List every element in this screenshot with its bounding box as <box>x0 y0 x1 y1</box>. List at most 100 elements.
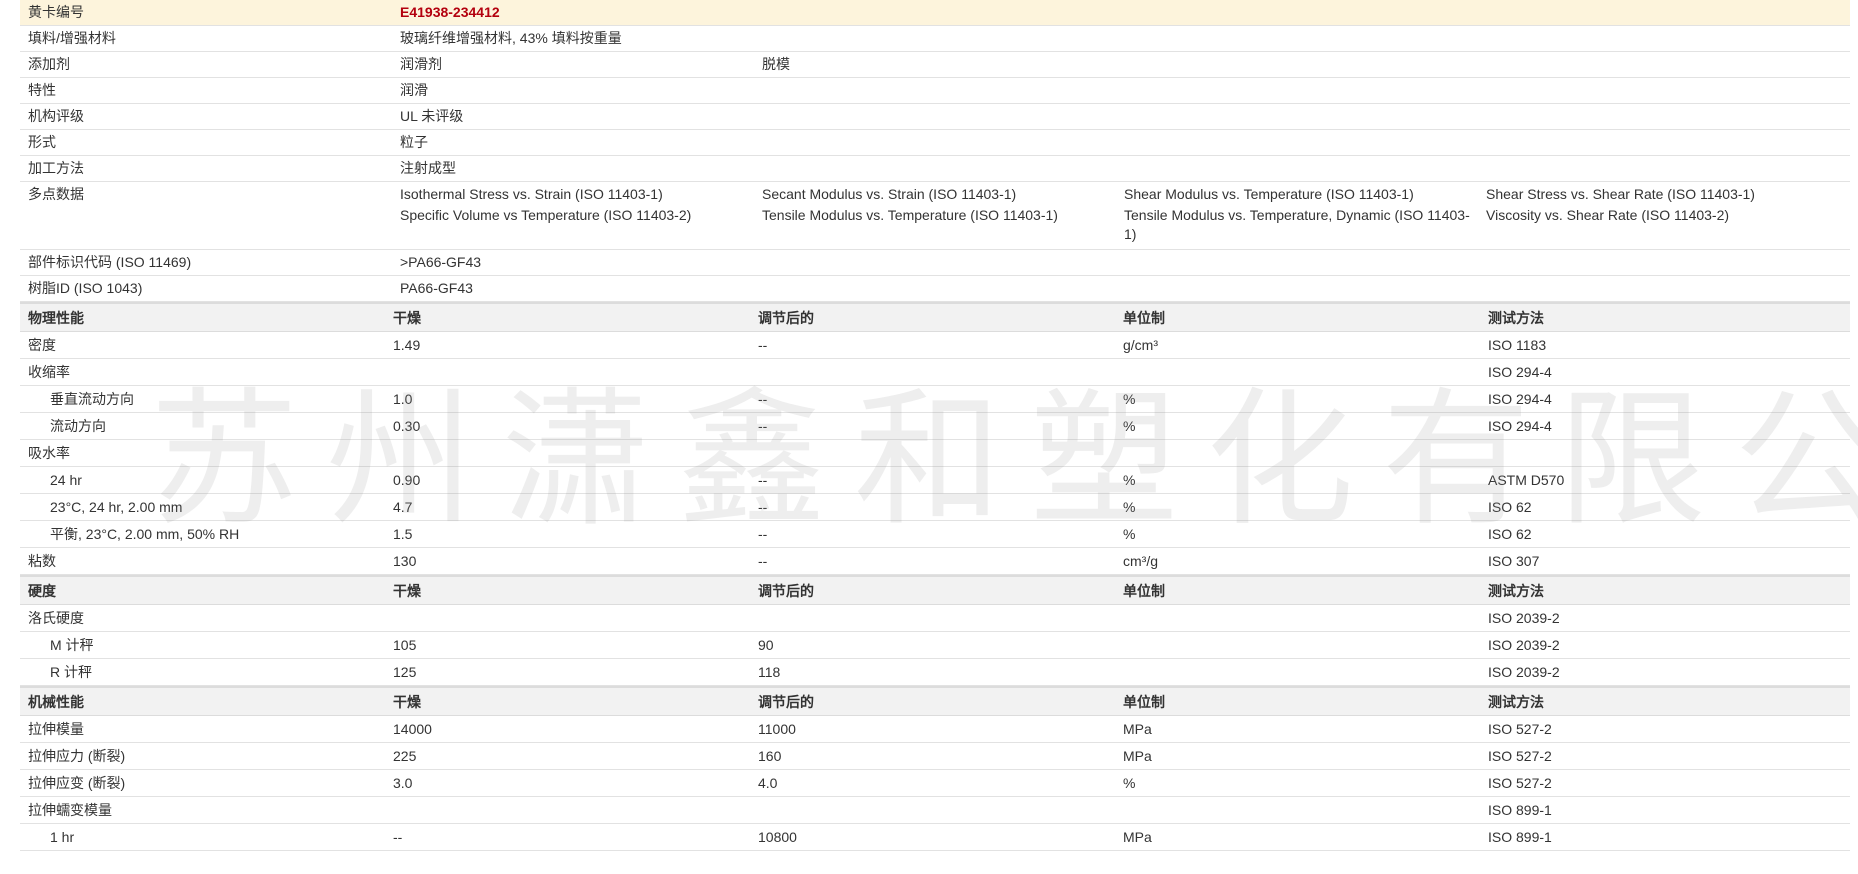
table-cell: ISO 527-2 <box>1488 748 1552 764</box>
table-cell: 225 <box>393 748 417 764</box>
table-cell: 洛氏硬度 <box>28 610 84 626</box>
table-cell: ISO 62 <box>1488 499 1532 515</box>
table-cell: -- <box>758 499 768 515</box>
table-row: 23°C, 24 hr, 2.00 mm 4.7 --% ISO 62 <box>20 494 1850 521</box>
table-cell: % <box>1123 526 1136 542</box>
multipoint-link[interactable]: Specific Volume vs Temperature (ISO 1140… <box>400 206 762 246</box>
table-row: 拉伸应变 (断裂) 3.0 4.0% ISO 527-2 <box>20 770 1850 797</box>
table-cell: -- <box>758 337 768 353</box>
table-cell: 拉伸应力 (断裂) <box>28 748 126 764</box>
section-header-cell: 单位制 <box>1123 309 1165 326</box>
table-cell: MPa <box>1123 748 1152 764</box>
table-cell: cm³/g <box>1123 553 1158 569</box>
table-cell: MPa <box>1123 721 1152 737</box>
table-cell: 125 <box>393 664 417 680</box>
table-row: 24 hr 0.90 --% ASTM D570 <box>20 467 1850 494</box>
table-row: 洛氏硬度 ISO 2039-2 <box>20 605 1850 632</box>
table-cell: % <box>1123 391 1136 407</box>
table-row: 拉伸蠕变模量 ISO 899-1 <box>20 797 1850 824</box>
multipoint-link[interactable]: Shear Modulus vs. Temperature (ISO 11403… <box>1124 185 1486 206</box>
property-tables: 物理性能 干燥 调节后的 单位制 测试方法 密度 1.49 -- g/cm³ ISO 1183 收缩… <box>20 302 1850 851</box>
filler-label: 填料/增强材料 <box>28 30 116 46</box>
process-row: 加工方法 注射成型 <box>20 156 1850 182</box>
section-header-cell: 干燥 <box>393 582 421 599</box>
process-value: 注射成型 <box>400 160 456 176</box>
part-code-row: 部件标识代码 (ISO 11469) >PA66-GF43 <box>20 250 1850 276</box>
table-cell: 23°C, 24 hr, 2.00 mm <box>50 499 183 515</box>
table-cell: -- <box>758 391 768 407</box>
table-cell: 160 <box>758 748 782 764</box>
card-number-label: 黄卡编号 <box>28 4 84 20</box>
section-header-cell: 干燥 <box>393 693 421 710</box>
table-cell: ASTM D570 <box>1488 472 1565 488</box>
table-cell: 1.49 <box>393 337 421 353</box>
form-value: 粒子 <box>400 134 428 150</box>
table-cell: ISO 899-1 <box>1488 802 1552 818</box>
table-cell: -- <box>393 829 403 845</box>
table-cell: ISO 307 <box>1488 553 1540 569</box>
table-cell: 3.0 <box>393 775 413 791</box>
table-cell: % <box>1123 499 1136 515</box>
table-cell: 0.30 <box>393 418 421 434</box>
table-cell: 1.5 <box>393 526 413 542</box>
feature-row: 特性 润滑 <box>20 78 1850 104</box>
multipoint-link[interactable]: Secant Modulus vs. Strain (ISO 11403-1) <box>762 185 1124 206</box>
table-row: 1 hr -- 10800 MPa ISO 899-1 <box>20 824 1850 851</box>
section-header-mechanical: 机械性能 干燥 调节后的 单位制 测试方法 <box>20 686 1850 716</box>
table-cell: M 计秤 <box>50 637 94 653</box>
feature-value: 润滑 <box>400 82 428 98</box>
section-header-physical: 物理性能 干燥 调节后的 单位制 测试方法 <box>20 302 1850 332</box>
table-cell: ISO 294-4 <box>1488 364 1552 380</box>
resin-id-row: 树脂ID (ISO 1043) PA66-GF43 <box>20 276 1850 302</box>
agency-label: 机构评级 <box>28 108 84 124</box>
table-row: M 计秤 105 90 ISO 2039-2 <box>20 632 1850 659</box>
table-cell: ISO 2039-2 <box>1488 637 1560 653</box>
table-cell: 1.0 <box>393 391 413 407</box>
table-cell: 拉伸模量 <box>28 721 84 737</box>
table-cell: 11000 <box>758 721 796 737</box>
table-cell: % <box>1123 472 1136 488</box>
additive-value: 润滑剂 <box>400 56 442 72</box>
card-number-value: E41938-234412 <box>400 4 500 20</box>
table-cell: 密度 <box>28 337 56 353</box>
filler-row: 填料/增强材料 玻璃纤维增强材料, 43% 填料按重量 <box>20 26 1850 52</box>
table-cell: 14000 <box>393 721 432 737</box>
agency-value: UL 未评级 <box>400 108 464 124</box>
table-cell: 4.0 <box>758 775 778 791</box>
table-row: 收缩率 ISO 294-4 <box>20 359 1850 386</box>
table-cell: 24 hr <box>50 472 82 488</box>
table-cell: 105 <box>393 637 417 653</box>
table-cell: ISO 527-2 <box>1488 721 1552 737</box>
table-cell: 平衡, 23°C, 2.00 mm, 50% RH <box>50 526 240 542</box>
table-cell: R 计秤 <box>50 664 92 680</box>
table-cell: % <box>1123 775 1136 791</box>
table-cell: ISO 2039-2 <box>1488 610 1560 626</box>
resin-id-value: PA66-GF43 <box>400 280 473 296</box>
form-label: 形式 <box>28 134 56 150</box>
table-cell: 10800 <box>758 829 797 845</box>
multipoint-link[interactable]: Viscosity vs. Shear Rate (ISO 11403-2) <box>1486 206 1848 246</box>
section-header-cell: 调节后的 <box>758 693 814 710</box>
multipoint-link[interactable]: Tensile Modulus vs. Temperature (ISO 114… <box>762 206 1124 246</box>
section-header-cell: 测试方法 <box>1488 309 1544 326</box>
card-number-row: 黄卡编号 E41938-234412 <box>20 0 1850 26</box>
table-cell: 130 <box>393 553 417 569</box>
table-cell: 1 hr <box>50 829 75 845</box>
table-cell: ISO 62 <box>1488 526 1532 542</box>
section-header-cell: 调节后的 <box>758 309 814 326</box>
table-cell: 4.7 <box>393 499 413 515</box>
table-row: 平衡, 23°C, 2.00 mm, 50% RH 1.5 --% ISO 62 <box>20 521 1850 548</box>
multipoint-link[interactable]: Tensile Modulus vs. Temperature, Dynamic… <box>1124 206 1486 246</box>
table-row: R 计秤 125 118 ISO 2039-2 <box>20 659 1850 686</box>
table-cell: 118 <box>758 664 781 680</box>
table-cell: 垂直流动方向 <box>50 391 134 407</box>
multipoint-link[interactable]: Isothermal Stress vs. Strain (ISO 11403-… <box>400 185 762 206</box>
table-row: 吸水率 <box>20 440 1850 467</box>
table-cell: 0.90 <box>393 472 421 488</box>
table-cell: ISO 294-4 <box>1488 418 1552 434</box>
table-cell: -- <box>758 472 768 488</box>
multipoint-link[interactable]: Shear Stress vs. Shear Rate (ISO 11403-1… <box>1486 185 1848 206</box>
table-cell: % <box>1123 418 1136 434</box>
multipoint-label: 多点数据 <box>28 186 84 202</box>
table-cell: MPa <box>1123 829 1152 845</box>
